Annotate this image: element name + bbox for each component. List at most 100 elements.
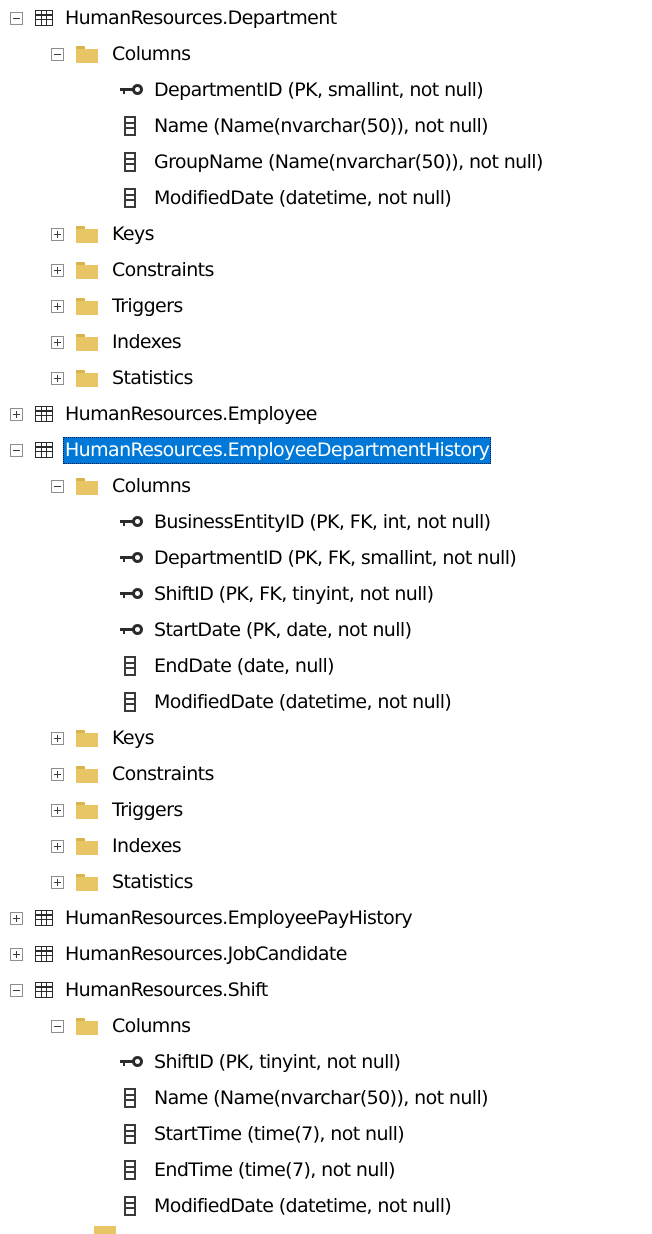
tree-node-label: ShiftID (PK, FK, tinyint, not null) <box>154 582 434 605</box>
tree-node-folder[interactable]: Constraints <box>0 252 652 288</box>
key-icon <box>120 1056 146 1068</box>
tree-node-label: Columns <box>112 42 191 65</box>
column-icon <box>124 656 136 676</box>
tree-node-folder[interactable]: Columns <box>0 468 652 504</box>
tree-node-label: Columns <box>112 474 191 497</box>
expand-icon[interactable] <box>51 839 64 853</box>
collapse-icon[interactable] <box>51 47 64 61</box>
tree-node-key[interactable]: DepartmentID (PK, FK, smallint, not null… <box>0 540 652 576</box>
expand-icon[interactable] <box>51 227 64 241</box>
tree-node-column[interactable]: EndDate (date, null) <box>0 648 652 684</box>
folder-icon <box>76 729 98 747</box>
collapse-icon[interactable] <box>10 983 23 997</box>
expand-icon[interactable] <box>51 371 64 385</box>
folder-icon <box>76 873 98 891</box>
tree-node-column[interactable]: Name (Name(nvarchar(50)), not null) <box>0 108 652 144</box>
tree-node-label: ShiftID (PK, tinyint, not null) <box>154 1050 401 1073</box>
tree-node-label: HumanResources.Shift <box>65 978 268 1001</box>
object-explorer-tree: HumanResources.Department Columns Departme… <box>0 0 652 1224</box>
tree-node-label: StartTime (time(7), not null) <box>154 1122 405 1145</box>
collapse-icon[interactable] <box>51 1019 64 1033</box>
tree-node-table[interactable]: HumanResources.Employee <box>0 396 652 432</box>
table-icon <box>35 442 53 458</box>
tree-node-folder[interactable]: Statistics <box>0 360 652 396</box>
tree-node-key[interactable]: ShiftID (PK, tinyint, not null) <box>0 1044 652 1080</box>
tree-node-key[interactable]: DepartmentID (PK, smallint, not null) <box>0 72 652 108</box>
tree-node-folder[interactable]: Keys <box>0 216 652 252</box>
tree-node-column[interactable]: GroupName (Name(nvarchar(50)), not null) <box>0 144 652 180</box>
folder-icon <box>76 297 98 315</box>
tree-node-column[interactable]: ModifiedDate (datetime, not null) <box>0 180 652 216</box>
tree-node-label: BusinessEntityID (PK, FK, int, not null) <box>154 510 491 533</box>
folder-icon <box>76 801 98 819</box>
folder-icon <box>76 369 98 387</box>
tree-node-label: HumanResources.EmployeeDepartmentHistory <box>63 436 492 464</box>
tree-node-column[interactable]: ModifiedDate (datetime, not null) <box>0 684 652 720</box>
tree-node-folder[interactable]: Triggers <box>0 288 652 324</box>
tree-node-folder[interactable]: Keys <box>0 720 652 756</box>
table-icon <box>35 910 53 926</box>
tree-node-label: Constraints <box>112 762 214 785</box>
tree-node-folder[interactable]: Indexes <box>0 828 652 864</box>
column-icon <box>124 1196 136 1216</box>
tree-node-table[interactable]: HumanResources.Shift <box>0 972 652 1008</box>
key-icon <box>120 552 146 564</box>
column-icon <box>124 1124 136 1144</box>
table-icon <box>35 982 53 998</box>
collapse-icon[interactable] <box>10 11 23 25</box>
column-icon <box>124 188 136 208</box>
partial-folder-icon <box>94 1226 116 1234</box>
tree-node-folder[interactable]: Indexes <box>0 324 652 360</box>
folder-icon <box>76 333 98 351</box>
tree-node-label: DepartmentID (PK, smallint, not null) <box>154 78 484 101</box>
folder-icon <box>76 225 98 243</box>
tree-node-table[interactable]: HumanResources.Department <box>0 0 652 36</box>
tree-node-column[interactable]: Name (Name(nvarchar(50)), not null) <box>0 1080 652 1116</box>
expand-icon[interactable] <box>51 263 64 277</box>
tree-node-label: ModifiedDate (datetime, not null) <box>154 1194 452 1217</box>
tree-node-label: Statistics <box>112 366 193 389</box>
key-icon <box>120 516 146 528</box>
expand-icon[interactable] <box>51 299 64 313</box>
tree-node-label: ModifiedDate (datetime, not null) <box>154 690 452 713</box>
folder-icon <box>76 261 98 279</box>
expand-icon[interactable] <box>10 911 23 925</box>
expand-icon[interactable] <box>51 803 64 817</box>
tree-node-label: EndDate (date, null) <box>154 654 335 677</box>
collapse-icon[interactable] <box>51 479 64 493</box>
expand-icon[interactable] <box>51 335 64 349</box>
table-icon <box>35 406 53 422</box>
tree-node-key[interactable]: ShiftID (PK, FK, tinyint, not null) <box>0 576 652 612</box>
column-icon <box>124 116 136 136</box>
tree-node-folder[interactable]: Triggers <box>0 792 652 828</box>
tree-node-table[interactable]: HumanResources.EmployeeDepartmentHistory <box>0 432 652 468</box>
tree-node-column[interactable]: ModifiedDate (datetime, not null) <box>0 1188 652 1224</box>
expand-icon[interactable] <box>51 875 64 889</box>
expand-icon[interactable] <box>51 731 64 745</box>
tree-node-folder[interactable]: Columns <box>0 1008 652 1044</box>
tree-node-key[interactable]: StartDate (PK, date, not null) <box>0 612 652 648</box>
expand-icon[interactable] <box>10 407 23 421</box>
tree-node-table[interactable]: HumanResources.EmployeePayHistory <box>0 900 652 936</box>
tree-node-label: EndTime (time(7), not null) <box>154 1158 396 1181</box>
folder-icon <box>76 45 98 63</box>
key-icon <box>120 84 146 96</box>
tree-node-label: Statistics <box>112 870 193 893</box>
tree-node-key[interactable]: BusinessEntityID (PK, FK, int, not null) <box>0 504 652 540</box>
tree-node-column[interactable]: StartTime (time(7), not null) <box>0 1116 652 1152</box>
column-icon <box>124 1088 136 1108</box>
folder-icon <box>76 1017 98 1035</box>
tree-node-folder[interactable]: Statistics <box>0 864 652 900</box>
tree-node-folder[interactable]: Columns <box>0 36 652 72</box>
expand-icon[interactable] <box>10 947 23 961</box>
tree-node-column[interactable]: EndTime (time(7), not null) <box>0 1152 652 1188</box>
tree-node-label: HumanResources.Employee <box>65 402 318 425</box>
table-icon <box>35 946 53 962</box>
tree-node-table[interactable]: HumanResources.JobCandidate <box>0 936 652 972</box>
column-icon <box>124 1160 136 1180</box>
collapse-icon[interactable] <box>10 443 23 457</box>
tree-node-label: StartDate (PK, date, not null) <box>154 618 412 641</box>
folder-icon <box>76 477 98 495</box>
expand-icon[interactable] <box>51 767 64 781</box>
tree-node-folder[interactable]: Constraints <box>0 756 652 792</box>
